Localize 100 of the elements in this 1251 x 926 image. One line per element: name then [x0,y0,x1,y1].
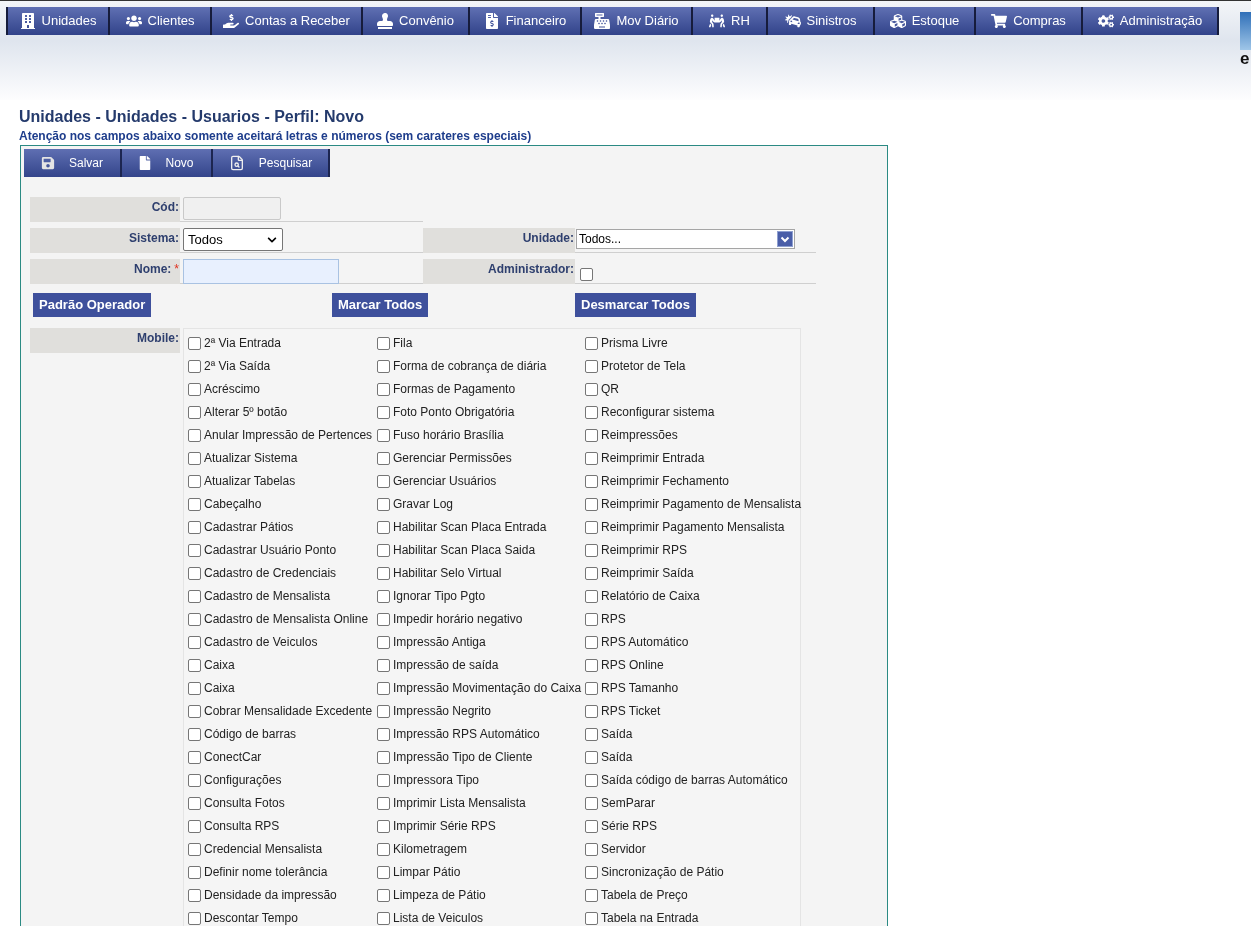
checkbox[interactable] [585,474,598,488]
checkbox[interactable] [585,842,598,856]
checkbox[interactable] [585,865,598,879]
checkbox[interactable] [188,336,201,350]
action-button[interactable]: Desmarcar Todos [575,292,696,317]
toolbar-button[interactable]: Salvar [24,149,122,177]
sistema-select[interactable]: Todos [183,228,283,251]
checkbox[interactable] [585,911,598,925]
checkbox[interactable] [585,405,598,419]
checkbox[interactable] [585,681,598,695]
checkbox[interactable] [188,842,201,856]
checkbox[interactable] [585,704,598,718]
checkbox[interactable] [585,773,598,787]
toolbar-button[interactable]: Novo [122,149,213,177]
toolbar-button[interactable]: Pesquisar [213,149,330,177]
nav-menu-item[interactable]: Financeiro [470,7,582,35]
checkbox[interactable] [377,658,390,672]
checkbox[interactable] [377,520,390,534]
checkbox[interactable] [377,842,390,856]
nav-menu-item[interactable]: Mov Diário [582,7,693,35]
checkbox[interactable] [377,750,390,764]
nav-menu-item[interactable]: Clientes [110,7,212,35]
checkbox[interactable] [377,635,390,649]
checkbox[interactable] [585,566,598,580]
checkbox[interactable] [377,727,390,741]
checkbox[interactable] [188,704,201,718]
checkbox[interactable] [585,750,598,764]
checkbox[interactable] [188,566,201,580]
checkbox[interactable] [188,658,201,672]
checkbox[interactable] [377,681,390,695]
checkbox[interactable] [585,658,598,672]
checkbox[interactable] [188,405,201,419]
checkbox[interactable] [188,589,201,603]
unidade-select[interactable]: Todos... [576,229,795,249]
checkbox[interactable] [188,382,201,396]
checkbox[interactable] [377,865,390,879]
checkbox[interactable] [580,268,593,281]
checkbox[interactable] [585,428,598,442]
checkbox[interactable] [188,819,201,833]
checkbox[interactable] [377,911,390,925]
nav-menu-item[interactable]: Estoque [875,7,976,35]
checkbox[interactable] [188,428,201,442]
checkbox[interactable] [377,474,390,488]
checkbox[interactable] [585,336,598,350]
checkbox[interactable] [377,359,390,373]
checkbox[interactable] [585,589,598,603]
checkbox[interactable] [585,819,598,833]
checkbox[interactable] [585,497,598,511]
checkbox[interactable] [585,888,598,902]
checkbox[interactable] [377,428,390,442]
checkbox[interactable] [585,612,598,626]
nav-menu-item[interactable]: Unidades [6,7,110,35]
nav-menu-item[interactable]: Sinistros [768,7,875,35]
checkbox[interactable] [585,796,598,810]
checkbox[interactable] [188,773,201,787]
checkbox[interactable] [188,796,201,810]
checkbox[interactable] [377,382,390,396]
checkbox[interactable] [377,405,390,419]
checkbox[interactable] [585,359,598,373]
checkbox[interactable] [188,359,201,373]
checkbox[interactable] [377,819,390,833]
checkbox[interactable] [188,727,201,741]
checkbox[interactable] [377,543,390,557]
checkbox[interactable] [188,750,201,764]
action-button[interactable]: Padrão Operador [33,292,152,317]
checkbox[interactable] [188,612,201,626]
checkbox[interactable] [377,497,390,511]
nav-menu-item[interactable]: Administração [1083,7,1219,35]
checkbox[interactable] [188,635,201,649]
checkbox[interactable] [377,589,390,603]
action-button[interactable]: Marcar Todos [332,292,429,317]
checkbox[interactable] [377,566,390,580]
checkbox[interactable] [377,451,390,465]
checkbox[interactable] [585,451,598,465]
checkbox[interactable] [377,336,390,350]
checkbox[interactable] [188,543,201,557]
checkbox[interactable] [377,704,390,718]
checkbox[interactable] [188,865,201,879]
checkbox[interactable] [188,520,201,534]
checkbox[interactable] [585,520,598,534]
permission-label: Cabeçalho [204,496,262,512]
checkbox[interactable] [585,635,598,649]
nav-menu-item[interactable]: Compras [976,7,1083,35]
checkbox[interactable] [188,451,201,465]
checkbox[interactable] [377,773,390,787]
nome-input[interactable] [183,259,339,284]
checkbox[interactable] [188,474,201,488]
nav-menu-item[interactable]: RH [693,7,768,35]
checkbox[interactable] [188,681,201,695]
checkbox[interactable] [188,911,201,925]
checkbox[interactable] [188,888,201,902]
nav-menu-item[interactable]: Contas a Receber [212,7,363,35]
checkbox[interactable] [377,888,390,902]
checkbox[interactable] [377,796,390,810]
checkbox[interactable] [188,497,201,511]
checkbox[interactable] [585,543,598,557]
checkbox[interactable] [585,727,598,741]
checkbox[interactable] [585,382,598,396]
nav-menu-item[interactable]: Convênio [363,7,470,35]
checkbox[interactable] [377,612,390,626]
